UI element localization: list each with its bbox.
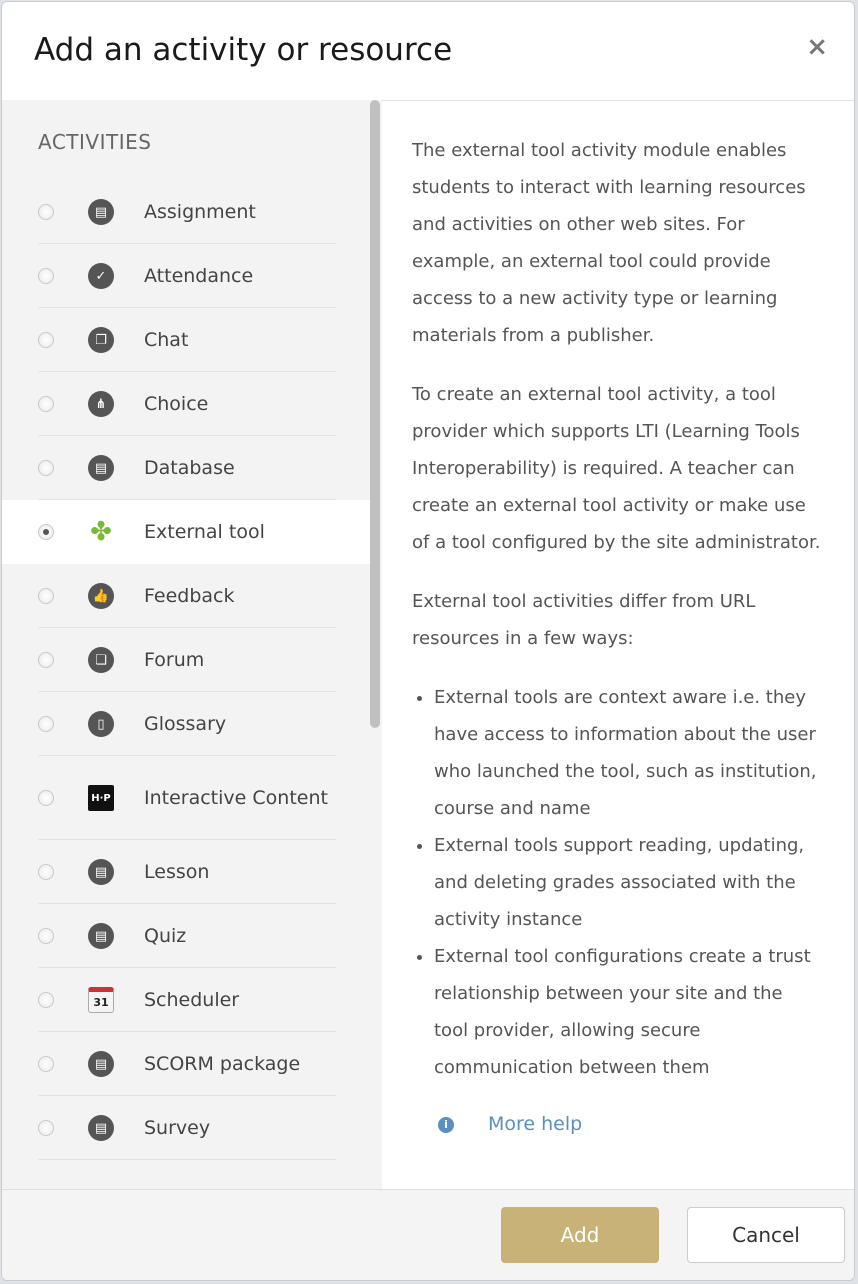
activities-section-label: ACTIVITIES (38, 130, 152, 154)
activity-radio[interactable] (38, 460, 54, 476)
activity-label: Database (144, 457, 235, 479)
activity-item[interactable]: ▤ SCORM package (2, 1032, 370, 1096)
activity-radio[interactable] (38, 716, 54, 732)
activity-label: Attendance (144, 265, 254, 287)
divider (38, 1159, 336, 1160)
activity-radio[interactable] (38, 992, 54, 1008)
feedback-icon: 👍 (88, 583, 114, 609)
activity-label: Lesson (144, 861, 210, 883)
activity-item[interactable]: ⋔ Choice (2, 372, 370, 436)
activity-item[interactable]: ▤ Survey (2, 1096, 370, 1160)
activity-radio[interactable] (38, 1056, 54, 1072)
activity-radio[interactable] (38, 1120, 54, 1136)
activity-radio[interactable] (38, 790, 54, 806)
activity-label: Forum (144, 649, 205, 671)
more-help-row: i More help (412, 1106, 822, 1143)
survey-icon: ▤ (88, 1115, 114, 1141)
activity-radio[interactable] (38, 268, 54, 284)
activity-label: Choice (144, 393, 209, 415)
scrollbar[interactable] (370, 100, 380, 728)
activity-label: Interactive Content (144, 787, 328, 809)
activity-description: The external tool activity module enable… (412, 132, 822, 1143)
lesson-icon: ▤ (88, 859, 114, 885)
activity-radio[interactable] (38, 652, 54, 668)
puzzle-icon: ✤ (90, 517, 112, 547)
activity-item[interactable]: ▤ Assignment (2, 180, 370, 244)
activity-radio[interactable] (38, 588, 54, 604)
more-help-link[interactable]: More help (488, 1106, 582, 1143)
calendar-icon: 31 (88, 987, 114, 1013)
description-paragraph: To create an external tool activity, a t… (412, 384, 821, 553)
add-button[interactable]: Add (501, 1207, 659, 1263)
description-paragraph: External tool activities differ from URL… (412, 591, 756, 649)
quiz-icon: ▤ (88, 923, 114, 949)
activity-label: Chat (144, 329, 189, 351)
list-item: External tool configurations create a tr… (434, 938, 822, 1086)
forum-icon: ❏ (88, 647, 114, 673)
activity-label: Glossary (144, 713, 227, 735)
list-item: External tools support reading, updating… (434, 827, 822, 938)
dialog-title: Add an activity or resource (34, 32, 453, 68)
activity-list: ▤ Assignment ✓ Attendance ❐ Chat ⋔ Choice ▤ Datab… (2, 180, 370, 1160)
cancel-button[interactable]: Cancel (687, 1207, 845, 1263)
assignment-icon: ▤ (88, 199, 114, 225)
activity-radio[interactable] (38, 864, 54, 880)
activity-item[interactable]: ✤ External tool (2, 500, 370, 564)
database-icon: ▤ (88, 455, 114, 481)
activity-label: Survey (144, 1117, 211, 1139)
activity-item[interactable]: ▤ Lesson (2, 840, 370, 904)
activity-item[interactable]: ❏ Forum (2, 628, 370, 692)
description-paragraph: The external tool activity module enable… (412, 140, 806, 346)
activity-radio[interactable] (38, 524, 54, 540)
activity-label: Quiz (144, 925, 187, 947)
activity-item[interactable]: ▯ Glossary (2, 692, 370, 756)
activity-chooser-panel: ACTIVITIES ▤ Assignment ✓ Attendance ❐ Chat ⋔ C… (2, 100, 382, 1192)
activity-label: External tool (144, 521, 265, 543)
activity-item[interactable]: ✓ Attendance (2, 244, 370, 308)
activity-item[interactable]: 31 Scheduler (2, 968, 370, 1032)
activity-item[interactable]: ❐ Chat (2, 308, 370, 372)
activity-item[interactable]: H·P Interactive Content (2, 756, 370, 840)
activity-label: SCORM package (144, 1053, 301, 1075)
add-activity-dialog: Add an activity or resource × ACTIVITIES… (1, 1, 855, 1281)
dialog-footer: Add Cancel (2, 1189, 854, 1280)
activity-label: Assignment (144, 201, 256, 223)
list-item: External tools are context aware i.e. th… (434, 679, 822, 827)
activity-item[interactable]: ▤ Database (2, 436, 370, 500)
scorm-icon: ▤ (88, 1051, 114, 1077)
dialog-header: Add an activity or resource × (2, 2, 854, 101)
activity-label: Scheduler (144, 989, 240, 1011)
chat-icon: ❐ (88, 327, 114, 353)
activity-label: Feedback (144, 585, 235, 607)
close-icon[interactable]: × (806, 32, 828, 62)
activity-item[interactable]: ▤ Quiz (2, 904, 370, 968)
differences-list: External tools are context aware i.e. th… (412, 679, 822, 1086)
activity-radio[interactable] (38, 928, 54, 944)
activity-radio[interactable] (38, 396, 54, 412)
h5p-icon: H·P (88, 785, 114, 811)
choice-icon: ⋔ (88, 391, 114, 417)
glossary-icon: ▯ (88, 711, 114, 737)
attendance-icon: ✓ (88, 263, 114, 289)
activity-radio[interactable] (38, 204, 54, 220)
activity-item[interactable]: 👍 Feedback (2, 564, 370, 628)
activity-radio[interactable] (38, 332, 54, 348)
info-icon: i (438, 1116, 454, 1133)
